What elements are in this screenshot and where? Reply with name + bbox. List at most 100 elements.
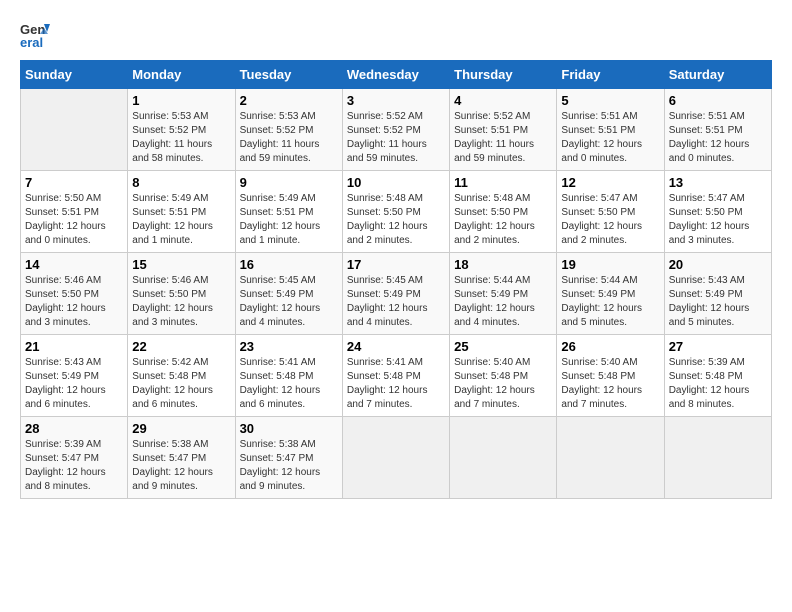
- day-info: Sunrise: 5:46 AM Sunset: 5:50 PM Dayligh…: [25, 274, 123, 330]
- calendar-cell: 6 Sunrise: 5:51 AM Sunset: 5:51 PM Daylig…: [664, 89, 771, 171]
- calendar-cell: [342, 417, 449, 499]
- day-info: Sunrise: 5:43 AM Sunset: 5:49 PM Dayligh…: [669, 274, 767, 330]
- day-info: Sunrise: 5:52 AM Sunset: 5:51 PM Dayligh…: [454, 110, 552, 166]
- calendar-cell: [450, 417, 557, 499]
- week-row-1: 1 Sunrise: 5:53 AM Sunset: 5:52 PM Daylig…: [21, 89, 772, 171]
- day-info: Sunrise: 5:48 AM Sunset: 5:50 PM Dayligh…: [347, 192, 445, 248]
- day-info: Sunrise: 5:42 AM Sunset: 5:48 PM Dayligh…: [132, 356, 230, 412]
- calendar-cell: 11Sunrise: 5:48 AM Sunset: 5:50 PM Dayli…: [450, 171, 557, 253]
- day-info: Sunrise: 5:47 AM Sunset: 5:50 PM Dayligh…: [669, 192, 767, 248]
- page-header: Gen eral: [20, 20, 772, 50]
- day-number: 21: [25, 339, 123, 354]
- day-info: Sunrise: 5:39 AM Sunset: 5:48 PM Dayligh…: [669, 356, 767, 412]
- calendar-cell: 15Sunrise: 5:46 AM Sunset: 5:50 PM Dayli…: [128, 253, 235, 335]
- calendar-cell: 4 Sunrise: 5:52 AM Sunset: 5:51 PM Daylig…: [450, 89, 557, 171]
- calendar-cell: 18 Sunrise: 5:44 AM Sunset: 5:49 PM Dayli…: [450, 253, 557, 335]
- day-info: Sunrise: 5:53 AM Sunset: 5:52 PM Dayligh…: [132, 110, 230, 166]
- day-number: 22: [132, 339, 230, 354]
- day-info: Sunrise: 5:52 AM Sunset: 5:52 PM Dayligh…: [347, 110, 445, 166]
- day-info: Sunrise: 5:50 AM Sunset: 5:51 PM Dayligh…: [25, 192, 123, 248]
- calendar-cell: 2Sunrise: 5:53 AM Sunset: 5:52 PM Daylig…: [235, 89, 342, 171]
- day-info: Sunrise: 5:43 AM Sunset: 5:49 PM Dayligh…: [25, 356, 123, 412]
- day-info: Sunrise: 5:49 AM Sunset: 5:51 PM Dayligh…: [240, 192, 338, 248]
- calendar-cell: 25 Sunrise: 5:40 AM Sunset: 5:48 PM Dayli…: [450, 335, 557, 417]
- day-header-sunday: Sunday: [21, 61, 128, 89]
- calendar-cell: 22 Sunrise: 5:42 AM Sunset: 5:48 PM Dayli…: [128, 335, 235, 417]
- day-number: 16: [240, 257, 338, 272]
- day-number: 2: [240, 93, 338, 108]
- day-info: Sunrise: 5:38 AM Sunset: 5:47 PM Dayligh…: [132, 438, 230, 494]
- day-number: 8: [132, 175, 230, 190]
- day-info: Sunrise: 5:49 AM Sunset: 5:51 PM Dayligh…: [132, 192, 230, 248]
- day-header-wednesday: Wednesday: [342, 61, 449, 89]
- calendar-cell: 12 Sunrise: 5:47 AM Sunset: 5:50 PM Dayli…: [557, 171, 664, 253]
- calendar-cell: 29 Sunrise: 5:38 AM Sunset: 5:47 PM Dayli…: [128, 417, 235, 499]
- day-info: Sunrise: 5:46 AM Sunset: 5:50 PM Dayligh…: [132, 274, 230, 330]
- day-number: 4: [454, 93, 552, 108]
- calendar-cell: 19 Sunrise: 5:44 AM Sunset: 5:49 PM Dayli…: [557, 253, 664, 335]
- day-number: 1: [132, 93, 230, 108]
- calendar-cell: 28 Sunrise: 5:39 AM Sunset: 5:47 PM Dayli…: [21, 417, 128, 499]
- svg-text:eral: eral: [20, 35, 43, 50]
- day-info: Sunrise: 5:51 AM Sunset: 5:51 PM Dayligh…: [669, 110, 767, 166]
- day-info: Sunrise: 5:39 AM Sunset: 5:47 PM Dayligh…: [25, 438, 123, 494]
- calendar-cell: 23 Sunrise: 5:41 AM Sunset: 5:48 PM Dayli…: [235, 335, 342, 417]
- day-header-saturday: Saturday: [664, 61, 771, 89]
- calendar-cell: 20 Sunrise: 5:43 AM Sunset: 5:49 PM Dayli…: [664, 253, 771, 335]
- calendar-cell: 26 Sunrise: 5:40 AM Sunset: 5:48 PM Dayli…: [557, 335, 664, 417]
- calendar-cell: 8 Sunrise: 5:49 AM Sunset: 5:51 PM Daylig…: [128, 171, 235, 253]
- day-number: 27: [669, 339, 767, 354]
- day-number: 11: [454, 175, 552, 190]
- calendar-cell: 13 Sunrise: 5:47 AM Sunset: 5:50 PM Dayli…: [664, 171, 771, 253]
- day-info: Sunrise: 5:44 AM Sunset: 5:49 PM Dayligh…: [454, 274, 552, 330]
- week-row-3: 14 Sunrise: 5:46 AM Sunset: 5:50 PM Dayli…: [21, 253, 772, 335]
- calendar-cell: 14 Sunrise: 5:46 AM Sunset: 5:50 PM Dayli…: [21, 253, 128, 335]
- calendar-cell: 17 Sunrise: 5:45 AM Sunset: 5:49 PM Dayli…: [342, 253, 449, 335]
- day-number: 28: [25, 421, 123, 436]
- day-number: 12: [561, 175, 659, 190]
- week-row-2: 7Sunrise: 5:50 AM Sunset: 5:51 PM Daylig…: [21, 171, 772, 253]
- day-number: 19: [561, 257, 659, 272]
- day-info: Sunrise: 5:45 AM Sunset: 5:49 PM Dayligh…: [347, 274, 445, 330]
- day-number: 30: [240, 421, 338, 436]
- day-info: Sunrise: 5:45 AM Sunset: 5:49 PM Dayligh…: [240, 274, 338, 330]
- day-number: 6: [669, 93, 767, 108]
- day-number: 25: [454, 339, 552, 354]
- day-number: 26: [561, 339, 659, 354]
- day-number: 10: [347, 175, 445, 190]
- day-info: Sunrise: 5:47 AM Sunset: 5:50 PM Dayligh…: [561, 192, 659, 248]
- day-number: 3: [347, 93, 445, 108]
- day-info: Sunrise: 5:38 AM Sunset: 5:47 PM Dayligh…: [240, 438, 338, 494]
- day-number: 13: [669, 175, 767, 190]
- calendar-cell: [21, 89, 128, 171]
- day-number: 23: [240, 339, 338, 354]
- calendar-cell: 7Sunrise: 5:50 AM Sunset: 5:51 PM Daylig…: [21, 171, 128, 253]
- day-number: 18: [454, 257, 552, 272]
- calendar-cell: 16 Sunrise: 5:45 AM Sunset: 5:49 PM Dayli…: [235, 253, 342, 335]
- day-number: 14: [25, 257, 123, 272]
- calendar-cell: 30 Sunrise: 5:38 AM Sunset: 5:47 PM Dayli…: [235, 417, 342, 499]
- calendar-cell: 27 Sunrise: 5:39 AM Sunset: 5:48 PM Dayli…: [664, 335, 771, 417]
- day-info: Sunrise: 5:40 AM Sunset: 5:48 PM Dayligh…: [454, 356, 552, 412]
- week-row-5: 28 Sunrise: 5:39 AM Sunset: 5:47 PM Dayli…: [21, 417, 772, 499]
- day-header-thursday: Thursday: [450, 61, 557, 89]
- calendar-cell: 24 Sunrise: 5:41 AM Sunset: 5:48 PM Dayli…: [342, 335, 449, 417]
- calendar-cell: [664, 417, 771, 499]
- day-info: Sunrise: 5:51 AM Sunset: 5:51 PM Dayligh…: [561, 110, 659, 166]
- day-header-monday: Monday: [128, 61, 235, 89]
- day-info: Sunrise: 5:40 AM Sunset: 5:48 PM Dayligh…: [561, 356, 659, 412]
- day-info: Sunrise: 5:41 AM Sunset: 5:48 PM Dayligh…: [347, 356, 445, 412]
- day-number: 20: [669, 257, 767, 272]
- day-info: Sunrise: 5:41 AM Sunset: 5:48 PM Dayligh…: [240, 356, 338, 412]
- day-number: 17: [347, 257, 445, 272]
- calendar-table: SundayMondayTuesdayWednesdayThursdayFrid…: [20, 60, 772, 499]
- calendar-header: SundayMondayTuesdayWednesdayThursdayFrid…: [21, 61, 772, 89]
- day-number: 24: [347, 339, 445, 354]
- day-number: 29: [132, 421, 230, 436]
- calendar-cell: [557, 417, 664, 499]
- day-header-friday: Friday: [557, 61, 664, 89]
- logo: Gen eral: [20, 20, 54, 50]
- day-header-tuesday: Tuesday: [235, 61, 342, 89]
- day-info: Sunrise: 5:44 AM Sunset: 5:49 PM Dayligh…: [561, 274, 659, 330]
- day-number: 5: [561, 93, 659, 108]
